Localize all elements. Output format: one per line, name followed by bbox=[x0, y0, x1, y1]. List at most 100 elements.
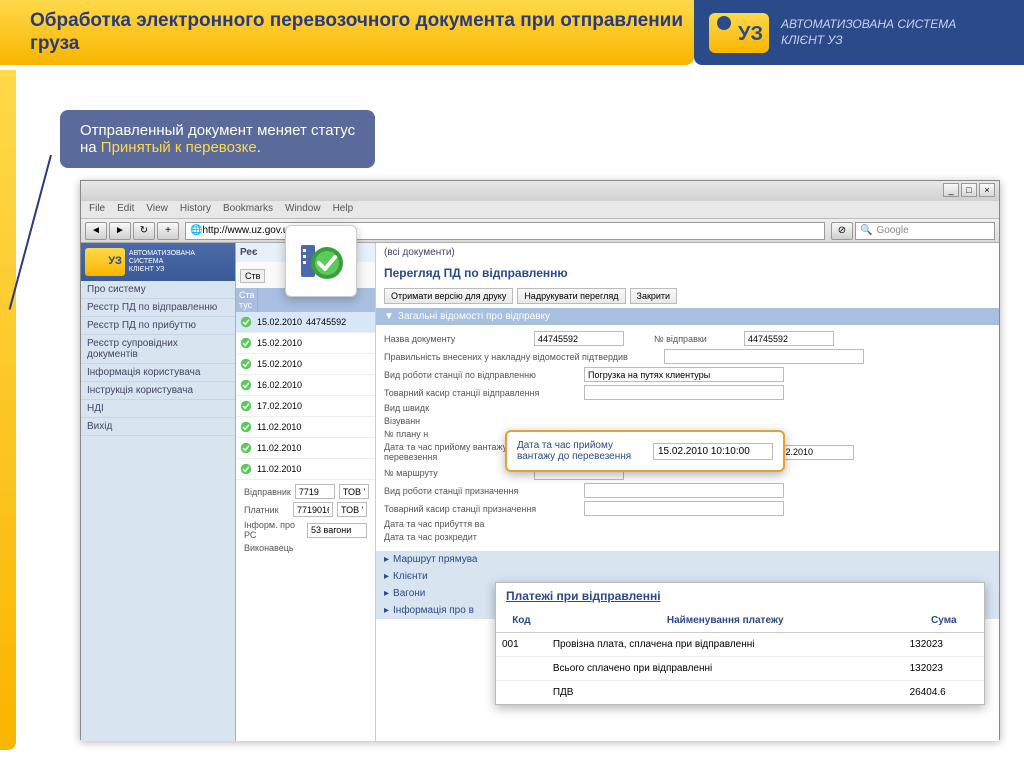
minimize-button[interactable]: _ bbox=[943, 183, 959, 197]
dest-work-input[interactable] bbox=[584, 483, 784, 498]
sender-code[interactable] bbox=[295, 484, 335, 499]
home-button[interactable]: + bbox=[157, 222, 179, 240]
brand-line2: КЛІЄНТ УЗ bbox=[781, 33, 956, 49]
document-row[interactable]: 15.02.2010 bbox=[236, 354, 375, 375]
menu-edit[interactable]: Edit bbox=[117, 203, 134, 216]
payment-sum: 132023 bbox=[904, 633, 984, 657]
payer-name[interactable] bbox=[337, 502, 367, 517]
accent-stripe bbox=[0, 70, 16, 750]
document-row[interactable]: 11.02.2010 bbox=[236, 438, 375, 459]
status-callout: Отправленный документ меняет статус на П… bbox=[60, 110, 375, 168]
menu-window[interactable]: Window bbox=[285, 203, 321, 216]
create-button[interactable]: Ств bbox=[240, 269, 265, 283]
document-list: Реє Ств Ста тус 15.02.2010 44745592 15.0… bbox=[236, 243, 376, 741]
payment-row: ПДВ 26404.6 bbox=[496, 681, 984, 705]
sender-name[interactable] bbox=[339, 484, 369, 499]
status-accepted-icon bbox=[239, 441, 253, 455]
cashier-input[interactable] bbox=[584, 385, 784, 400]
forward-button[interactable]: ► bbox=[109, 222, 131, 240]
ship-no-input[interactable] bbox=[744, 331, 834, 346]
menu-bookmarks[interactable]: Bookmarks bbox=[223, 203, 273, 216]
sidebar-item-user-info[interactable]: Інформація користувача bbox=[81, 364, 235, 382]
payment-name: ПДВ bbox=[547, 681, 904, 705]
menu-history[interactable]: History bbox=[180, 203, 211, 216]
close-button[interactable]: Закрити bbox=[630, 288, 678, 304]
document-row[interactable]: 17.02.2010 bbox=[236, 396, 375, 417]
sidebar-item-exit[interactable]: Вихід bbox=[81, 418, 235, 436]
window-titlebar: _ □ × bbox=[81, 181, 999, 201]
back-button[interactable]: ◄ bbox=[85, 222, 107, 240]
document-row[interactable]: 11.02.2010 bbox=[236, 459, 375, 480]
doc-date: 17.02.2010 bbox=[257, 401, 302, 411]
brand-line1: АВТОМАТИЗОВАНА СИСТЕМА bbox=[781, 17, 956, 33]
search-bar[interactable]: 🔍 Google bbox=[855, 222, 995, 240]
sidebar-item-manual[interactable]: Інструкція користувача bbox=[81, 382, 235, 400]
exec-label: Виконавець bbox=[244, 543, 304, 553]
payer-label: Платник bbox=[244, 505, 289, 515]
payments-col-name: Найменування платежу bbox=[547, 609, 904, 633]
payment-code bbox=[496, 681, 547, 705]
print-preview-button[interactable]: Надрукувати перегляд bbox=[517, 288, 625, 304]
payments-col-sum: Сума bbox=[904, 609, 984, 633]
status-accepted-icon bbox=[239, 399, 253, 413]
doc-date: 11.02.2010 bbox=[257, 422, 301, 432]
accepted-status-icon bbox=[285, 225, 357, 297]
doc-num: 44745592 bbox=[306, 317, 346, 327]
status-accepted-icon bbox=[239, 462, 253, 476]
ship-no-label: № відправки bbox=[654, 334, 744, 344]
status-accepted-icon bbox=[239, 315, 253, 329]
sidebar-item-accomp-docs[interactable]: Реєстр супровідних документів bbox=[81, 335, 235, 364]
doc-name-input[interactable] bbox=[534, 331, 624, 346]
speed-label: Вид швидк bbox=[384, 403, 534, 413]
detail-title: Перегляд ПД по відправленню bbox=[376, 262, 999, 284]
print-version-button[interactable]: Отримати версію для друку bbox=[384, 288, 513, 304]
page-title: Обработка электронного перевозочного док… bbox=[30, 10, 694, 56]
dest-cashier-input[interactable] bbox=[584, 501, 784, 516]
doc-date: 11.02.2010 bbox=[257, 443, 301, 453]
sidebar-item-ndi[interactable]: НДІ bbox=[81, 400, 235, 418]
dest-cashier-label: Товарний касир станції призначення bbox=[384, 504, 584, 514]
document-row[interactable]: 11.02.2010 bbox=[236, 417, 375, 438]
section-general[interactable]: ▼Загальні відомості про відправку bbox=[376, 308, 999, 325]
doc-date: 16.02.2010 bbox=[257, 380, 302, 390]
visa-label: Візуванн bbox=[384, 416, 534, 426]
doc-name-label: Назва документу bbox=[384, 334, 534, 344]
menu-view[interactable]: View bbox=[146, 203, 168, 216]
breadcrumb: (всі документи) bbox=[376, 243, 999, 262]
payment-sum: 26404.6 bbox=[904, 681, 984, 705]
document-row[interactable]: 15.02.2010 bbox=[236, 333, 375, 354]
sidebar-item-about[interactable]: Про систему bbox=[81, 281, 235, 299]
payments-panel: Платежі при відправленні Код Найменуванн… bbox=[495, 582, 985, 705]
accept-date-tooltip: Дата та час прийому вантажу до перевезен… bbox=[505, 430, 785, 472]
section-route[interactable]: ▸Маршрут прямува bbox=[376, 551, 999, 568]
stop-button[interactable]: ⊘ bbox=[831, 222, 853, 240]
browser-nav: ◄ ► ↻ + 🌐 http://www.uz.gov.u ⊘ 🔍 Google bbox=[81, 219, 999, 243]
info-value[interactable] bbox=[307, 523, 367, 538]
arrive-dt-label: Дата та час прибуття ва bbox=[384, 519, 534, 529]
menu-file[interactable]: File bbox=[89, 203, 105, 216]
tooltip-label: Дата та час прийому вантажу до перевезен… bbox=[517, 440, 643, 462]
status-accepted-icon bbox=[239, 378, 253, 392]
close-button[interactable]: × bbox=[979, 183, 995, 197]
status-accepted-icon bbox=[239, 357, 253, 371]
document-row[interactable]: 15.02.2010 44745592 bbox=[236, 312, 375, 333]
tooltip-value[interactable] bbox=[653, 443, 773, 460]
reload-button[interactable]: ↻ bbox=[133, 222, 155, 240]
station-work-input[interactable] bbox=[584, 367, 784, 382]
document-row[interactable]: 16.02.2010 bbox=[236, 375, 375, 396]
payment-name: Всього сплачено при відправленні bbox=[547, 657, 904, 681]
info-label: Інформ. про РС bbox=[244, 520, 303, 540]
menu-help[interactable]: Help bbox=[333, 203, 354, 216]
doc-date: 15.02.2010 bbox=[257, 317, 302, 327]
payment-code: 001 bbox=[496, 633, 547, 657]
url-bar[interactable]: 🌐 http://www.uz.gov.u bbox=[185, 222, 825, 240]
sidebar-item-arrive-registry[interactable]: Реєстр ПД по прибуттю bbox=[81, 317, 235, 335]
sidebar-item-send-registry[interactable]: Реєстр ПД по відправленню bbox=[81, 299, 235, 317]
payment-row: 001 Провізна плата, сплачена при відправ… bbox=[496, 633, 984, 657]
doc-date: 15.02.2010 bbox=[257, 338, 302, 348]
cashier-label: Товарний касир станції відправлення bbox=[384, 388, 584, 398]
correctness-input[interactable] bbox=[664, 349, 864, 364]
maximize-button[interactable]: □ bbox=[961, 183, 977, 197]
payer-code[interactable] bbox=[293, 502, 333, 517]
payment-sum: 132023 bbox=[904, 657, 984, 681]
